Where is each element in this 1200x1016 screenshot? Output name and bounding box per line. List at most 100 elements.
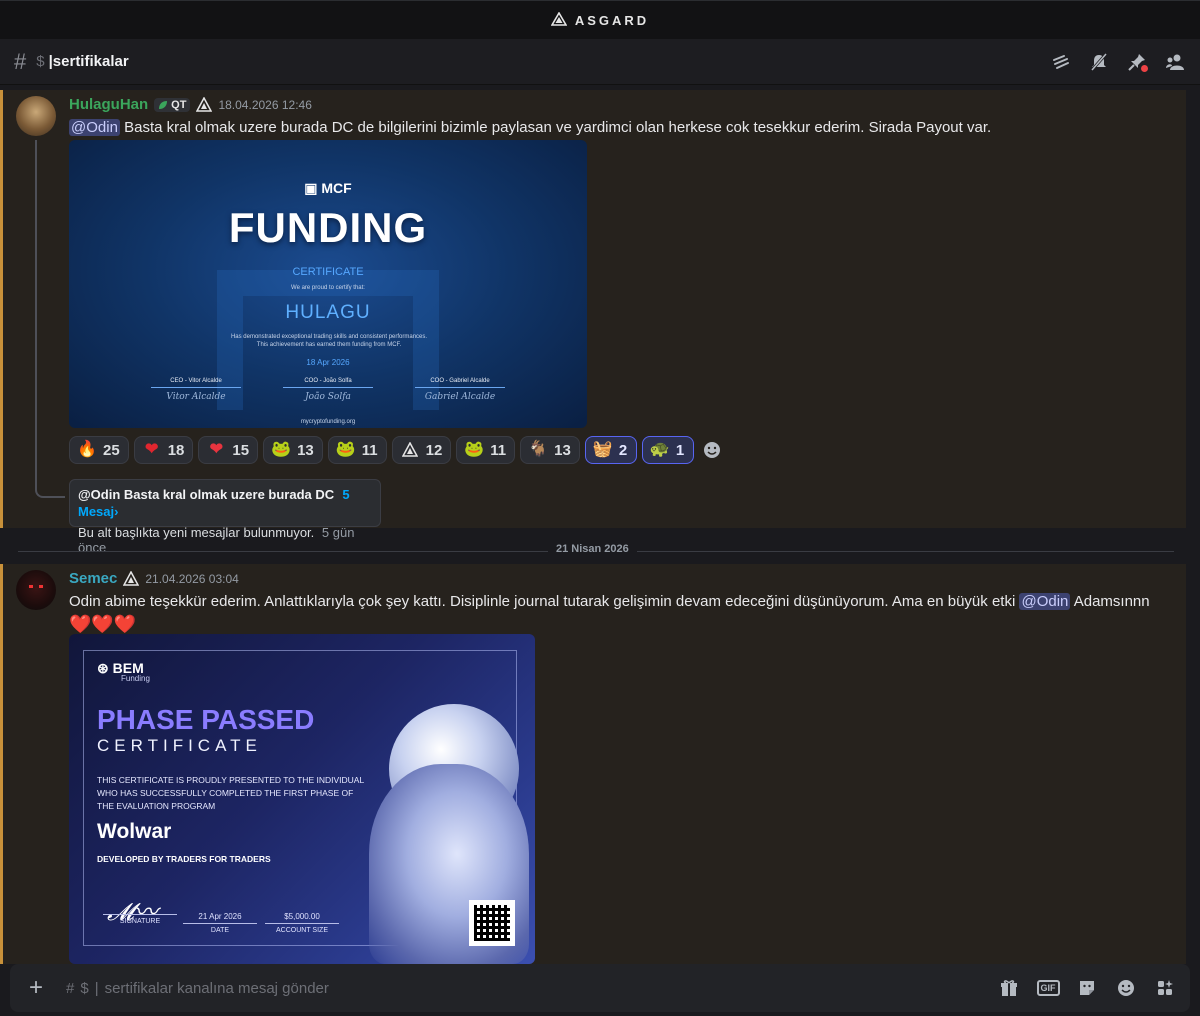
username[interactable]: Semec bbox=[69, 570, 117, 587]
signer-title: COO - Gabriel Alcalde bbox=[430, 378, 490, 384]
reaction-count: 13 bbox=[554, 441, 571, 459]
reaction-green-tank[interactable]: 🐢 1 bbox=[641, 436, 694, 464]
threads-icon[interactable] bbox=[1050, 51, 1072, 73]
reaction-count: 15 bbox=[232, 441, 250, 459]
field-line bbox=[103, 914, 177, 915]
mcf-logo-icon: ▣ bbox=[304, 180, 322, 196]
field-value: 21 Apr 2026 bbox=[198, 912, 242, 921]
cert-date: 18 Apr 2026 bbox=[306, 358, 350, 367]
apps-icon[interactable] bbox=[1154, 977, 1176, 999]
fire-icon: 🔥 bbox=[77, 441, 97, 458]
pepe-icon: 🐸 bbox=[335, 441, 356, 458]
reaction-pepe-sleep[interactable]: 🐸 11 bbox=[456, 436, 516, 464]
asgard-badge-icon bbox=[196, 96, 213, 113]
smile-icon bbox=[703, 442, 720, 458]
cert-signature-field: SIGNATURE bbox=[103, 912, 177, 925]
thread-preview[interactable]: @Odin Basta kral olmak uzere burada DC 5… bbox=[69, 479, 381, 555]
user-mention[interactable]: @Odin bbox=[1019, 593, 1071, 610]
channel-header: # $ |sertifikalar bbox=[0, 39, 1200, 85]
cert-account-field: $5,000.00 ACCOUNT SIZE bbox=[265, 912, 339, 934]
reaction-pepe[interactable]: 🐸 11 bbox=[327, 436, 387, 464]
thread-connector bbox=[35, 140, 65, 498]
notifications-muted-icon[interactable] bbox=[1088, 51, 1110, 73]
signature: Vitor Alcalde bbox=[166, 392, 226, 402]
signature-line bbox=[283, 387, 373, 388]
gif-icon[interactable]: GIF bbox=[1036, 977, 1060, 999]
timestamp: 21.04.2026 03:04 bbox=[145, 571, 239, 586]
reaction-count: 18 bbox=[167, 441, 185, 459]
cert-signer: COO - João Solfa João Solfa bbox=[273, 378, 383, 402]
message-content: @Odin Basta kral olmak uzere burada DC d… bbox=[69, 117, 1169, 139]
cert-heading: FUNDING bbox=[228, 204, 428, 251]
cert-signer: CEO - Vitor Alcalde Vitor Alcalde bbox=[141, 378, 251, 402]
cert-title: CERTIFICATE bbox=[292, 266, 364, 278]
reaction-pixel-heart[interactable]: ❤ 18 bbox=[133, 436, 194, 464]
asgard-logo-icon bbox=[550, 12, 567, 28]
window-title: ASGARD bbox=[574, 12, 650, 28]
signature-line bbox=[415, 387, 505, 388]
message-highlighted[interactable]: HulaguHan QT 18.04.2026 12:46 @Odin Bast… bbox=[0, 90, 1186, 555]
composer-hash-icon: # bbox=[66, 979, 75, 997]
member-list-icon[interactable] bbox=[1164, 51, 1186, 73]
avatar[interactable] bbox=[16, 96, 56, 136]
cert-body: THIS CERTIFICATE IS PROUDLY PRESENTED TO… bbox=[97, 775, 364, 811]
thread-title[interactable]: @Odin Basta kral olmak uzere burada DC bbox=[78, 487, 334, 502]
reactions-bar: 🔥 25 ❤ 18 ❤ 15 🐸 13 🐸 11 12 🐸 11 🐐 13 🧺 2 🐢 1 bbox=[69, 436, 725, 464]
message-highlighted[interactable]: Semec 21.04.2026 03:04 Odin abime teşekk… bbox=[0, 564, 1186, 964]
sticker-icon[interactable] bbox=[1076, 977, 1098, 999]
cert-proud-line: We are proud to certify that: bbox=[291, 285, 365, 291]
reaction-pepe-hat[interactable]: 🐸 13 bbox=[263, 436, 323, 464]
certificate-image-mcf[interactable]: ▣ MCF FUNDING CERTIFICATE We are proud t… bbox=[69, 140, 587, 428]
cert-website: mycryptofunding.org bbox=[300, 419, 356, 425]
message-feed[interactable]: HulaguHan QT 18.04.2026 12:46 @Odin Bast… bbox=[0, 86, 1200, 964]
add-reaction-button[interactable] bbox=[699, 437, 725, 463]
cert-date-field: 21 Apr 2026 DATE bbox=[183, 912, 257, 934]
role-tag-label: QT bbox=[171, 98, 187, 111]
reaction-goat[interactable]: 🐐 13 bbox=[520, 436, 580, 464]
channel-hash-icon: # bbox=[14, 48, 27, 74]
mcf-brand: MCF bbox=[321, 180, 352, 196]
certificate-image-bem[interactable]: ⊛ BEM Funding PHASE PASSED CERTIFICATE T… bbox=[69, 634, 535, 964]
reaction-count: 1 bbox=[675, 441, 685, 459]
user-mention[interactable]: @Odin bbox=[69, 119, 120, 136]
asgard-logo-icon bbox=[401, 441, 419, 459]
cert-tagline: DEVELOPED BY TRADERS FOR TRADERS bbox=[97, 854, 271, 864]
avatar[interactable] bbox=[16, 570, 56, 610]
username[interactable]: HulaguHan bbox=[69, 96, 148, 113]
emoji-icon[interactable] bbox=[1115, 977, 1137, 999]
reaction-heart[interactable]: ❤ 15 bbox=[198, 436, 259, 464]
reaction-fire[interactable]: 🔥 25 bbox=[69, 436, 129, 464]
heart-icon: ❤ bbox=[209, 441, 224, 458]
composer-placeholder[interactable]: sertifikalar kanalına mesaj gönder bbox=[105, 980, 329, 997]
cert-recipient: Wolwar bbox=[97, 820, 172, 843]
channel-dollar-icon: $ bbox=[36, 53, 45, 70]
field-line bbox=[183, 923, 257, 924]
message-text: Odin abime teşekkür ederim. Anlattıkları… bbox=[69, 593, 1016, 610]
field-value: $5,000.00 bbox=[284, 912, 320, 921]
timestamp: 18.04.2026 12:46 bbox=[218, 97, 312, 112]
reaction-count: 2 bbox=[618, 441, 628, 459]
gift-icon[interactable] bbox=[998, 977, 1020, 999]
cert-description: Has demonstrated exceptional trading ski… bbox=[230, 334, 428, 348]
plus-icon[interactable]: + bbox=[24, 974, 48, 1002]
reaction-count: 12 bbox=[425, 441, 443, 459]
message-composer[interactable]: + # $ | sertifikalar kanalına mesaj gönd… bbox=[10, 964, 1190, 1012]
field-label: DATE bbox=[210, 927, 230, 934]
thread-empty-text: Bu alt başlıkta yeni mesajlar bulunmuyor… bbox=[78, 525, 315, 540]
cert-title: CERTIFICATE bbox=[97, 736, 262, 755]
reaction-asgard-logo[interactable]: 12 bbox=[391, 436, 452, 464]
message-text: Basta kral olmak uzere burada DC de bilg… bbox=[124, 119, 992, 136]
reaction-count: 25 bbox=[103, 441, 120, 459]
reaction-blue-basket[interactable]: 🧺 2 bbox=[584, 436, 637, 464]
field-label: SIGNATURE bbox=[119, 918, 161, 925]
signature: Gabriel Alcalde bbox=[424, 392, 496, 402]
reaction-count: 11 bbox=[361, 441, 378, 459]
composer-pipe: | bbox=[94, 979, 99, 997]
gif-icon-glyph: GIF bbox=[1036, 980, 1060, 996]
field-line bbox=[265, 923, 339, 924]
role-tag[interactable]: QT bbox=[154, 97, 191, 112]
pinned-messages-icon[interactable] bbox=[1126, 51, 1148, 73]
qr-code bbox=[469, 900, 515, 946]
signer-title: COO - João Solfa bbox=[304, 378, 352, 384]
channel-name: |sertifikalar bbox=[48, 53, 129, 70]
